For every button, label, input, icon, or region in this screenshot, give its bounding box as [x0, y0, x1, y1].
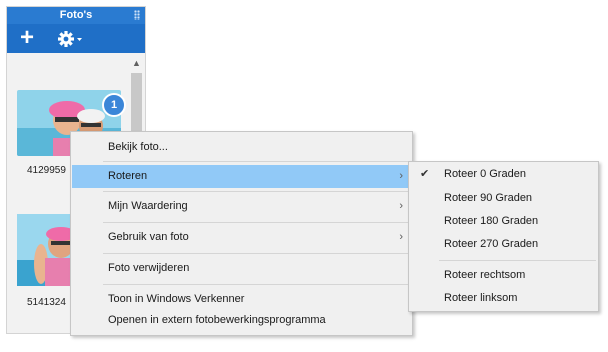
gear-icon[interactable]	[55, 28, 85, 50]
photo-caption: 4129959	[27, 165, 66, 176]
menu-separator	[103, 253, 410, 254]
grip-icon[interactable]	[134, 10, 140, 20]
chevron-right-icon: ›	[399, 231, 403, 243]
menu-item-delete-photo[interactable]: Foto verwijderen	[72, 257, 411, 280]
submenu-item-label: Roteer 180 Graden	[444, 215, 539, 227]
menu-separator	[103, 284, 410, 285]
context-menu: Bekijk foto... Roteren › Mijn Waardering…	[70, 131, 413, 336]
photo-caption: 5141324	[27, 297, 66, 308]
count-badge: 1	[102, 93, 126, 117]
menu-item-rotate[interactable]: Roteren ›	[72, 165, 411, 188]
menu-item-label: Openen in extern fotobewerkingsprogramma	[108, 314, 326, 326]
panel-title: Foto's	[59, 9, 93, 21]
menu-item-label: Gebruik van foto	[108, 231, 189, 243]
rotate-submenu: ✔ Roteer 0 Graden Roteer 90 Graden Rotee…	[408, 161, 599, 312]
submenu-item-label: Roteer 270 Graden	[444, 238, 539, 250]
menu-separator	[103, 161, 410, 162]
submenu-item-label: Roteer 90 Graden	[444, 192, 533, 204]
menu-item-view-photo[interactable]: Bekijk foto...	[72, 136, 411, 159]
submenu-item-rotate-90[interactable]: Roteer 90 Graden	[410, 187, 597, 210]
panel-toolbar: +	[7, 24, 145, 53]
menu-item-label: Roteren	[108, 170, 148, 182]
panel-title-bar[interactable]: Foto's	[7, 7, 145, 24]
submenu-item-label: Roteer rechtsom	[444, 269, 526, 281]
menu-item-label: Foto verwijderen	[108, 262, 190, 274]
submenu-item-rotate-180[interactable]: Roteer 180 Graden	[410, 210, 597, 233]
scroll-up-icon[interactable]: ▲	[129, 57, 144, 69]
submenu-item-rotate-270[interactable]: Roteer 270 Graden	[410, 233, 597, 256]
menu-item-open-external-editor[interactable]: Openen in extern fotobewerkingsprogramma	[72, 309, 411, 332]
chevron-right-icon: ›	[399, 200, 403, 212]
submenu-item-rotate-clockwise[interactable]: Roteer rechtsom	[410, 264, 597, 287]
plus-icon[interactable]: +	[16, 26, 38, 50]
submenu-item-rotate-counterclockwise[interactable]: Roteer linksom	[410, 287, 597, 310]
menu-item-my-rating[interactable]: Mijn Waardering ›	[72, 195, 411, 218]
menu-item-label: Toon in Windows Verkenner	[108, 293, 245, 305]
menu-item-show-in-explorer[interactable]: Toon in Windows Verkenner	[72, 288, 411, 311]
menu-item-photo-usage[interactable]: Gebruik van foto ›	[72, 226, 411, 249]
menu-separator	[439, 260, 596, 261]
submenu-item-rotate-0[interactable]: ✔ Roteer 0 Graden	[410, 163, 597, 186]
submenu-item-label: Roteer 0 Graden	[444, 168, 526, 180]
menu-item-label: Mijn Waardering	[108, 200, 188, 212]
menu-item-label: Bekijk foto...	[108, 141, 168, 153]
menu-separator	[103, 191, 410, 192]
submenu-item-label: Roteer linksom	[444, 292, 518, 304]
checkmark-icon: ✔	[420, 168, 430, 180]
menu-separator	[103, 222, 410, 223]
chevron-right-icon: ›	[399, 170, 403, 182]
